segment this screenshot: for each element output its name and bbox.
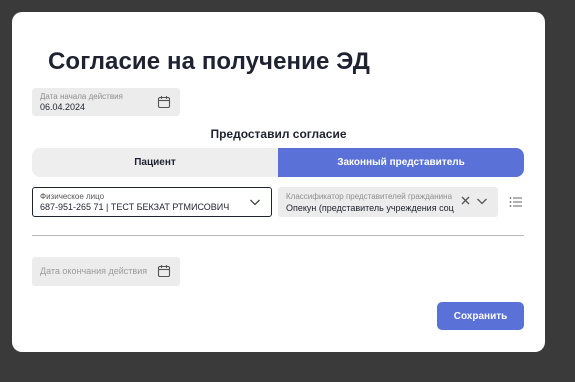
chevron-down-icon[interactable] <box>249 197 261 207</box>
save-button[interactable]: Сохранить <box>437 302 524 330</box>
start-date-value: 06.04.2024 <box>40 102 86 112</box>
divider <box>32 235 524 236</box>
person-select-label: Физическое лицо <box>40 192 105 201</box>
tab-patient[interactable]: Пациент <box>32 148 278 177</box>
tab-legal-representative[interactable]: Законный представитель <box>278 148 524 177</box>
calendar-icon[interactable] <box>157 264 171 278</box>
list-icon[interactable] <box>509 196 523 208</box>
end-date-field[interactable]: Дата окончания действия <box>32 257 180 286</box>
person-select-value: 687-951-265 71 | ТЕСТ БЕКЗАТ РТМИСОВИЧ <box>40 202 230 212</box>
consent-dialog: Согласие на получение ЭД Дата начала дей… <box>12 12 545 352</box>
chevron-down-icon[interactable] <box>476 196 488 206</box>
dialog-title: Согласие на получение ЭД <box>48 48 370 75</box>
start-date-field[interactable]: Дата начала действия 06.04.2024 <box>32 88 180 116</box>
calendar-icon[interactable] <box>157 95 171 109</box>
start-date-label: Дата начала действия <box>40 92 123 101</box>
clear-icon[interactable] <box>460 195 471 206</box>
end-date-label: Дата окончания действия <box>40 266 148 276</box>
person-select[interactable]: Физическое лицо 687-951-265 71 | ТЕСТ БЕ… <box>32 187 272 217</box>
consent-section-label: Предоставил согласие <box>210 127 347 141</box>
classifier-select-value: Опекун (представитель учреждения соц <box>286 203 454 213</box>
classifier-select[interactable]: Классификатор представителей гражданина … <box>278 187 498 217</box>
classifier-select-label: Классификатор представителей гражданина <box>286 192 453 201</box>
